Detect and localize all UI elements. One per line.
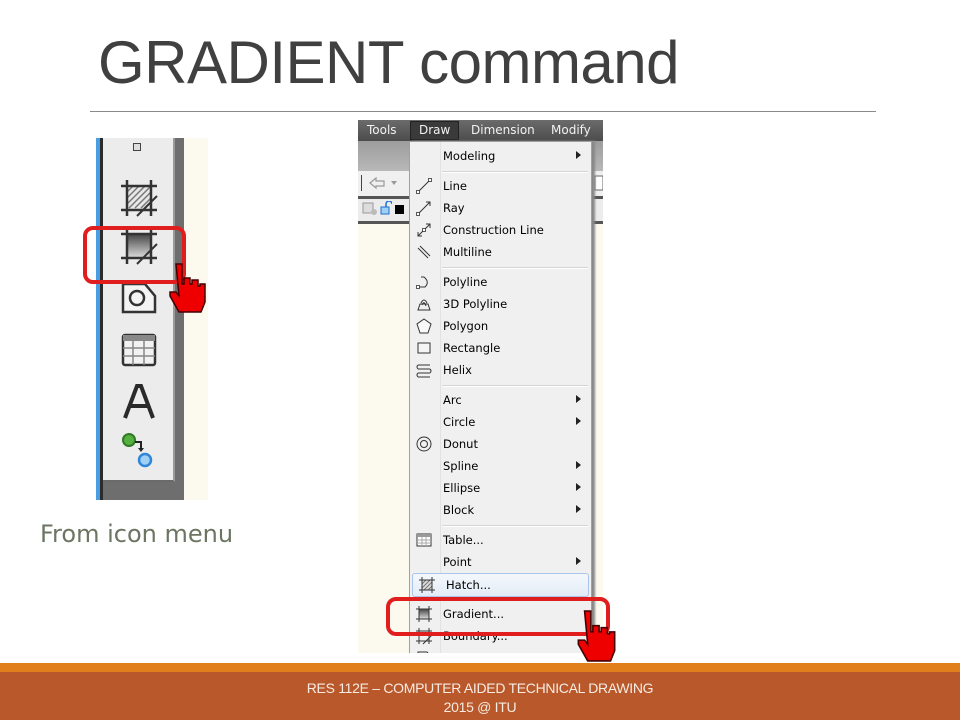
menu-item-polygon[interactable]: Polygon — [410, 315, 591, 337]
menu-item-circle[interactable]: Circle — [410, 411, 591, 433]
submenu-arrow-icon — [576, 483, 581, 491]
draw-dropdown-menu: Modeling Line Ray Construction Line Multilin… — [409, 141, 592, 653]
menu-item-3d-polyline[interactable]: 3D Polyline — [410, 293, 591, 315]
submenu-arrow-icon — [576, 151, 581, 159]
menu-item-rectangle[interactable]: Rectangle — [410, 337, 591, 359]
table-icon[interactable] — [119, 330, 159, 370]
menu-item-point[interactable]: Point — [410, 551, 591, 573]
submenu-arrow-icon — [576, 417, 581, 425]
menu-item-label: 3D Polyline — [443, 297, 508, 311]
menu-item-label: Block — [443, 503, 475, 517]
submenu-arrow-icon — [576, 505, 581, 513]
menu-item-ellipse[interactable]: Ellipse — [410, 477, 591, 499]
region-icon — [417, 651, 429, 653]
helix-icon — [416, 364, 432, 378]
menu-item-label: Ray — [443, 201, 465, 215]
footer-year: 2015 @ ITU — [443, 699, 517, 715]
hatch-icon — [419, 577, 435, 593]
polygon-icon — [416, 318, 432, 334]
submenu-arrow-icon — [576, 395, 581, 403]
menu-item-label: Circle — [443, 415, 476, 429]
menu-item-label: Rectangle — [443, 341, 501, 355]
donut-icon — [416, 436, 432, 452]
menu-separator — [442, 267, 588, 269]
menu-item-label: Point — [443, 555, 472, 569]
menu-item-label: Arc — [443, 393, 462, 407]
menu-item-line[interactable]: Line — [410, 175, 591, 197]
menu-item-label: Spline — [443, 459, 479, 473]
menu-draw[interactable]: Draw — [410, 121, 460, 140]
lock-icon[interactable] — [380, 201, 392, 215]
menu-item-label: Hatch... — [446, 578, 491, 592]
menu-item-label: Helix — [443, 363, 472, 377]
title-divider — [90, 111, 876, 112]
table-icon — [416, 533, 432, 547]
menu-item-hatch[interactable]: Hatch... — [412, 573, 589, 597]
submenu-arrow-icon — [576, 557, 581, 565]
undo-icon[interactable] — [368, 176, 388, 190]
toolbar-shadow — [175, 138, 184, 500]
menu-item-table[interactable]: Table... — [410, 529, 591, 551]
add-selected-icon[interactable] — [119, 430, 159, 470]
menu-separator — [442, 171, 588, 173]
menu-item-donut[interactable]: Donut — [410, 433, 591, 455]
toolbar-screenshot — [96, 138, 208, 500]
undo-dropdown-icon[interactable] — [391, 181, 397, 185]
draw-toolbar — [103, 138, 175, 482]
region-icon[interactable] — [119, 278, 159, 318]
menu-separator — [442, 525, 588, 527]
menu-screenshot: Tools Draw Dimension Modify Modeling Line… — [358, 120, 603, 653]
menu-item-construction-line[interactable]: Construction Line — [410, 219, 591, 241]
hand-cursor-icon — [577, 610, 616, 662]
menu-item-label: Modeling — [443, 149, 496, 163]
menu-item-modeling[interactable]: Modeling — [410, 145, 591, 167]
menu-item-region[interactable]: Region — [410, 647, 591, 653]
menu-separator — [442, 385, 588, 387]
menu-item-label: Construction Line — [443, 223, 544, 237]
polyline-icon — [416, 276, 428, 289]
toolbar-bottom — [103, 482, 175, 500]
menu-item-block[interactable]: Block — [410, 499, 591, 521]
menu-item-label: Donut — [443, 437, 478, 451]
footer-accent-bar — [0, 663, 960, 672]
menu-item-polyline[interactable]: Polyline — [410, 271, 591, 293]
rectangle-icon — [417, 342, 431, 354]
menu-tools[interactable]: Tools — [367, 123, 397, 137]
3d-polyline-icon — [417, 299, 431, 311]
menu-item-label: Ellipse — [443, 481, 481, 495]
menu-item-label: Polygon — [443, 319, 489, 333]
menu-item-multiline[interactable]: Multiline — [410, 241, 591, 263]
calculator-icon[interactable] — [594, 175, 603, 191]
mtext-icon[interactable] — [119, 382, 159, 422]
layer-color-swatch[interactable] — [395, 205, 404, 214]
menu-item-arc[interactable]: Arc — [410, 389, 591, 411]
layer-states-icon[interactable] — [362, 202, 378, 216]
caption-from-icon-menu: From icon menu — [40, 520, 234, 548]
menu-item-label: Line — [443, 179, 467, 193]
menu-item-spline[interactable]: Spline — [410, 455, 591, 477]
line-icon — [416, 178, 432, 194]
hatch-icon[interactable] — [119, 178, 159, 218]
menu-item-label: Polyline — [443, 275, 488, 289]
menu-bar: Tools Draw Dimension Modify — [358, 120, 603, 141]
grip-icon[interactable] — [133, 143, 141, 151]
slide-title: GRADIENT command — [98, 29, 680, 96]
menu-item-label: Multiline — [443, 245, 492, 259]
multiline-icon — [417, 245, 431, 259]
construction-line-icon — [417, 223, 431, 237]
footer-course-title: RES 112E – COMPUTER AIDED TECHNICAL DRAW… — [306, 680, 654, 696]
menu-modify[interactable]: Modify — [551, 123, 591, 137]
toolbar-separator — [361, 175, 362, 191]
footer: RES 112E – COMPUTER AIDED TECHNICAL DRAW… — [0, 672, 960, 720]
hand-cursor-icon — [169, 263, 206, 313]
menu-item-ray[interactable]: Ray — [410, 197, 591, 219]
menu-dimension[interactable]: Dimension — [471, 123, 535, 137]
ray-icon — [416, 201, 431, 216]
submenu-arrow-icon — [576, 461, 581, 469]
menu-item-label: Region — [443, 651, 482, 653]
menu-item-helix[interactable]: Helix — [410, 359, 591, 381]
menu-item-label: Table... — [443, 533, 484, 547]
